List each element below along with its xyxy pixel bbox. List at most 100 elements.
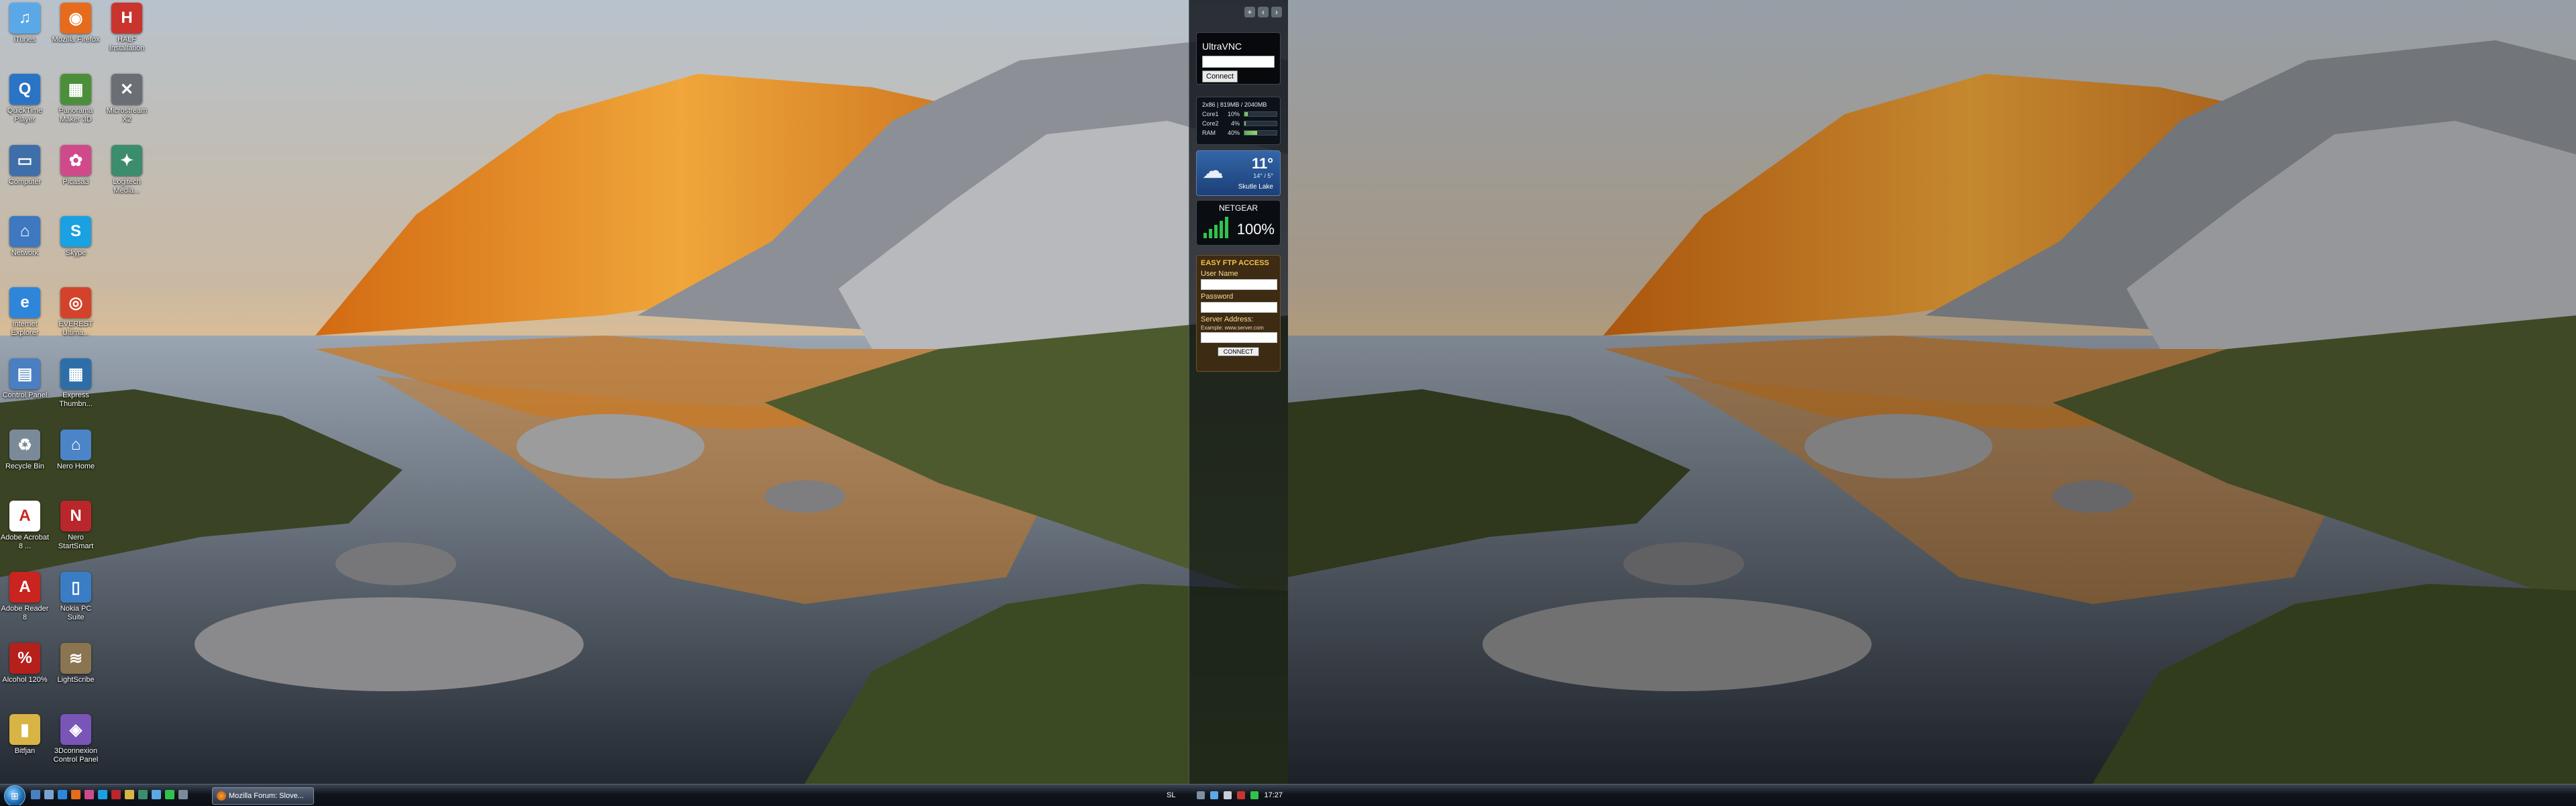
panorama-icon: ▦ — [60, 74, 91, 105]
desktop-icon-bitfjan[interactable]: ▮ Bitfjan — [0, 714, 50, 756]
tray-icon[interactable] — [1197, 791, 1205, 799]
acrobat-icon: A — [9, 501, 40, 532]
picasa-icon: ✿ — [60, 145, 91, 176]
tray-icon[interactable] — [1250, 791, 1259, 799]
desktop-icons: ♫ iTunes ◉ Mozilla Firefox H HALF Instal… — [0, 0, 147, 778]
ftp-password-label: Password — [1201, 293, 1234, 301]
system-tray: SL 17:27 — [1167, 785, 1283, 805]
desktop-icon-express-thumbnail[interactable]: ▦ Express Thumbn... — [51, 358, 101, 409]
desktop-icon-skype[interactable]: S Skype — [51, 216, 101, 258]
media-player-icon[interactable] — [138, 790, 148, 799]
desktop-icon-label: iTunes — [13, 36, 36, 44]
weather-gadget[interactable]: ☁ 11° 14° / 5° Skutle Lake — [1196, 150, 1281, 196]
cloud-icon: ☁ — [1202, 158, 1224, 183]
vnc-connect-button[interactable]: Connect — [1202, 70, 1238, 83]
desktop-icon-label: Internet Explorer — [11, 320, 39, 337]
nero-icon[interactable] — [111, 790, 121, 799]
signal-percentage: 100% — [1236, 221, 1275, 238]
internet-explorer-icon[interactable] — [58, 790, 67, 799]
skype-icon: S — [60, 216, 91, 247]
netgear-gadget[interactable]: NETGEAR 100% — [1196, 200, 1281, 246]
add-gadget-button[interactable]: + — [1244, 7, 1255, 17]
firefox-icon[interactable] — [71, 790, 80, 799]
control-panel-icon[interactable] — [178, 790, 188, 799]
desktop-icon-label: Nero Home — [56, 462, 95, 470]
desktop-icon-panorama-maker[interactable]: ▦ Panorama Maker 3D — [51, 74, 101, 124]
desktop-icon-everest[interactable]: ◎ EVEREST Ultima... — [51, 287, 101, 338]
desktop-icon-network[interactable]: ⌂ Network — [0, 216, 50, 258]
taskbar-button-firefox[interactable]: Mozilla Forum: Slove... — [212, 787, 314, 805]
clock[interactable]: 17:27 — [1264, 791, 1283, 799]
desktop-icon-half-installation[interactable]: H HALF Installation — [102, 3, 152, 53]
desktop-icon-nero-home[interactable]: ⌂ Nero Home — [51, 430, 101, 471]
switch-windows-icon[interactable] — [44, 790, 54, 799]
quicktime-icon: Q — [9, 74, 40, 105]
weather-range: 14° / 5° — [1253, 172, 1273, 179]
mail-icon[interactable] — [152, 790, 161, 799]
desktop-icon-itunes[interactable]: ♫ iTunes — [0, 3, 50, 44]
ftp-server-input[interactable] — [1201, 332, 1277, 343]
desktop-icon-control-panel[interactable]: ▤ Control Panel — [0, 358, 50, 400]
desktop-icon-lightscribe[interactable]: ≋ LightScribe — [51, 643, 101, 685]
cpu-row: Core2 4% — [1202, 120, 1280, 127]
installer-icon: H — [111, 3, 142, 34]
desktop-icon-label: LightScribe — [57, 676, 95, 684]
security-tray-icon[interactable] — [1237, 791, 1246, 799]
desktop-icon-label: QuickTime Player — [7, 107, 43, 123]
easy-ftp-gadget: EASY FTP ACCESS User Name Password Serve… — [1196, 255, 1281, 372]
weather-temperature: 11° — [1251, 155, 1273, 172]
desktop-icon-quicktime[interactable]: Q QuickTime Player — [0, 74, 50, 124]
desktop-icon-recycle-bin[interactable]: ♻ Recycle Bin — [0, 430, 50, 471]
ultravnc-gadget: UltraVNC Connect — [1196, 32, 1281, 85]
ultravnc-title: UltraVNC — [1202, 41, 1242, 52]
desktop-icon-label: EVEREST Ultima... — [58, 320, 93, 337]
cpu-row-name: RAM — [1202, 130, 1216, 136]
skype-icon[interactable] — [98, 790, 107, 799]
desktop-icon-nero-startsmart[interactable]: N Nero StartSmart — [51, 501, 101, 551]
previous-gadget-button[interactable]: ‹ — [1258, 7, 1269, 17]
desktop-wallpaper — [0, 0, 1288, 805]
ftp-connect-button[interactable]: CONNECT — [1217, 347, 1260, 356]
desktop-icon-firefox[interactable]: ◉ Mozilla Firefox — [51, 3, 101, 44]
quick-launch — [31, 790, 188, 799]
desktop-icon-acrobat[interactable]: A Adobe Acrobat 8 ... — [0, 501, 50, 551]
desktop-icon-adobe-reader[interactable]: A Adobe Reader 8 — [0, 572, 50, 622]
start-button[interactable]: ⊞ — [4, 785, 25, 805]
desktop-icon-3dconnexion[interactable]: ◈ 3Dconnexion Control Panel — [51, 714, 101, 764]
desktop-icon-nokia-pc-suite[interactable]: ▯ Nokia PC Suite — [51, 572, 101, 622]
volume-icon[interactable] — [1224, 791, 1232, 799]
desktop-icon-label: Bitfjan — [14, 747, 36, 755]
cpu-meter-header: 2x86 | 819MB / 2040MB — [1202, 101, 1267, 108]
show-desktop-icon[interactable] — [31, 790, 40, 799]
desktop-icon-label: Alcohol 120% — [2, 676, 48, 684]
desktop-icon-alcohol[interactable]: % Alcohol 120% — [0, 643, 50, 685]
alcohol-icon: % — [9, 643, 40, 674]
desktop-icon-picasa[interactable]: ✿ Picasa3 — [51, 145, 101, 187]
desktop-icon-internet-explorer[interactable]: e Internet Explorer — [0, 287, 50, 338]
desktop-icon-label: Nokia PC Suite — [60, 605, 92, 621]
language-indicator[interactable]: SL — [1167, 791, 1175, 799]
desktop-icon-label: Network — [11, 249, 39, 257]
everest-icon: ◎ — [60, 287, 91, 318]
desktop-icon-label: Mozilla Firefox — [52, 36, 100, 44]
logitech-icon: ✦ — [111, 145, 142, 176]
desktop-icon-microstream[interactable]: ✕ Microstream X2 — [102, 74, 152, 124]
vnc-host-input[interactable] — [1202, 56, 1275, 68]
weather-location: Skutle Lake — [1238, 183, 1273, 191]
computer-icon: ▭ — [9, 145, 40, 176]
network-tray-icon[interactable] — [1210, 791, 1219, 799]
firefox-icon — [217, 791, 226, 801]
ftp-username-input[interactable] — [1201, 279, 1277, 290]
desktop-icon-label: 3Dconnexion Control Panel — [53, 747, 99, 764]
signal-strength-icon — [1203, 217, 1228, 238]
desktop-icon-logitech[interactable]: ✦ Logitech Media... — [102, 145, 152, 195]
folder-icon[interactable] — [125, 790, 134, 799]
nero-startsmart-icon: N — [60, 501, 91, 532]
desktop-icon-label: HALF Installation — [109, 36, 145, 52]
next-gadget-button[interactable]: › — [1271, 7, 1282, 17]
desktop-icon-computer[interactable]: ▭ Computer — [0, 145, 50, 187]
messenger-icon[interactable] — [165, 790, 174, 799]
picasa-icon[interactable] — [85, 790, 94, 799]
ftp-password-input[interactable] — [1201, 302, 1277, 313]
nero-home-icon: ⌂ — [60, 430, 91, 460]
